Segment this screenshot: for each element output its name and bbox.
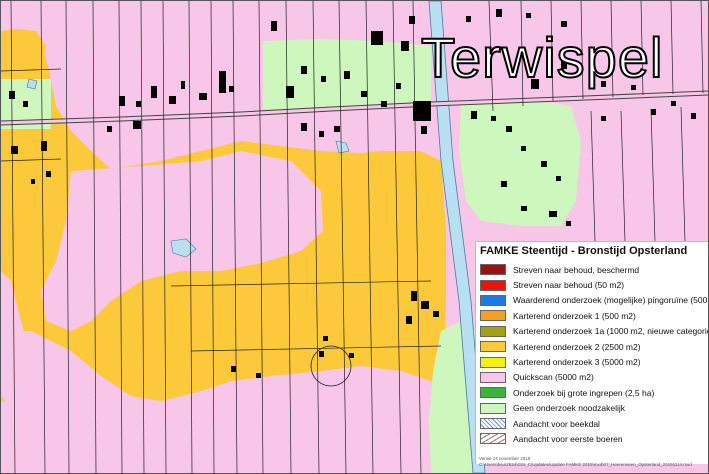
legend-label: Karterend onderzoek 1 (500 m2) — [513, 310, 636, 321]
legend-label: Onderzoek bij grote ingrepen (2,5 ha) — [513, 387, 655, 398]
pond-3 — [26, 78, 38, 90]
map-legend: FAMKE Steentijd - Bronstijd Opsterland S… — [475, 241, 708, 464]
legend-item: Karterend onderzoek 1 (500 m2) — [480, 308, 708, 323]
legend-swatch — [480, 341, 506, 353]
legend-item: Aandacht voor beekdal — [480, 416, 708, 431]
legend-label: Aandacht voor eerste boeren — [513, 433, 623, 444]
legend-item: Karterend onderzoek 3 (5000 m2) — [480, 354, 708, 369]
map-footer: Versie 14 november 2019 C:\Users\bsu\253… — [479, 456, 692, 467]
legend-swatch — [480, 387, 506, 399]
legend-item: Onderzoek bij grote ingrepen (2,5 ha) — [480, 385, 708, 400]
legend-item: Karterend onderzoek 2 (2500 m2) — [480, 339, 708, 354]
legend-list: Streven naar behoud, beschermd Streven na… — [480, 262, 708, 447]
legend-label: Geen onderzoek noodzakelijk — [513, 403, 625, 414]
legend-label: Karterend onderzoek 3 (5000 m2) — [513, 357, 641, 368]
legend-item: Aandacht voor eerste boeren — [480, 431, 708, 446]
legend-swatch — [480, 325, 506, 337]
legend-swatch — [480, 433, 506, 445]
legend-label: Karterend onderzoek 2 (2500 m2) — [513, 341, 641, 352]
legend-label: Streven naar behoud (50 m2) — [513, 280, 625, 291]
legend-label: Streven naar behoud, beschermd — [513, 264, 640, 275]
footer-path: C:\Users\bsu\2534\GIS_C\Updates\Update F… — [479, 461, 692, 467]
legend-swatch — [480, 264, 506, 276]
legend-swatch — [480, 356, 506, 368]
legend-item: Quickscan (5000 m2) — [480, 370, 708, 385]
legend-swatch — [480, 418, 506, 430]
map-frame: Terwispel FAMKE Steentijd - Bronstijd Op… — [0, 0, 709, 474]
legend-swatch — [480, 294, 506, 306]
legend-swatch — [480, 279, 506, 291]
legend-label: Karterend onderzoek 1a (1000 m2, nieuwe … — [513, 326, 709, 337]
legend-swatch — [480, 371, 506, 383]
legend-item: Waarderend onderzoek (mogelijke) pingoru… — [480, 293, 708, 308]
legend-label: Aandacht voor beekdal — [513, 418, 600, 429]
legend-title: FAMKE Steentijd - Bronstijd Opsterland — [480, 245, 688, 257]
legend-swatch — [480, 402, 506, 414]
legend-item: Geen onderzoek noodzakelijk — [480, 401, 708, 416]
zone-geen-onderzoek-east — [459, 99, 581, 226]
legend-item: Streven naar behoud (50 m2) — [480, 277, 708, 292]
legend-label: Waarderend onderzoek (mogelijke) pingoru… — [513, 295, 709, 306]
legend-label: Quickscan (5000 m2) — [513, 372, 594, 383]
legend-item: Streven naar behoud, beschermd — [480, 262, 708, 277]
place-label: Terwispel — [420, 25, 664, 90]
legend-swatch — [480, 310, 506, 322]
legend-item: Karterend onderzoek 1a (1000 m2, nieuwe … — [480, 324, 708, 339]
